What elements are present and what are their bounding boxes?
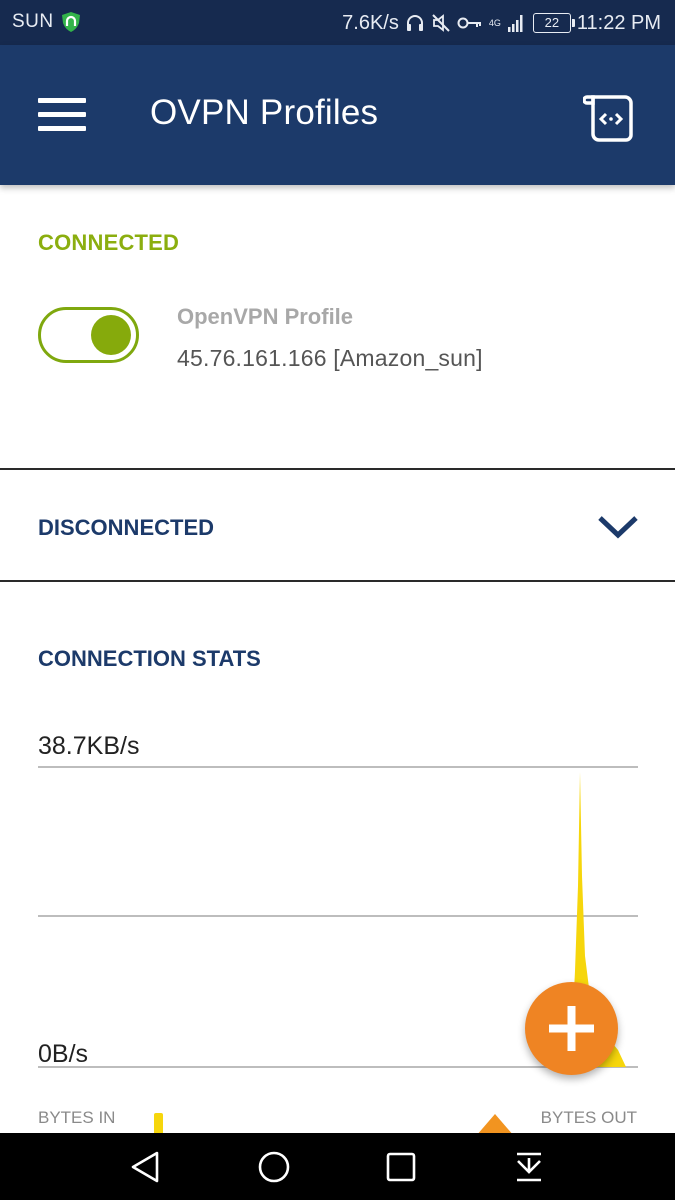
plus-icon (549, 1006, 594, 1051)
battery-level: 22 (544, 15, 560, 30)
battery-icon: 22 (532, 13, 575, 33)
system-nav-bar (0, 1133, 675, 1200)
section-divider (0, 580, 675, 582)
traffic-graph (38, 766, 638, 1136)
connection-stats-title: CONNECTION STATS (38, 646, 261, 671)
signal-icon (507, 13, 525, 33)
bytes-in-label: BYTES IN (38, 1108, 116, 1127)
connection-toggle[interactable] (38, 307, 139, 363)
vpn-shield-icon (60, 11, 82, 38)
back-icon[interactable] (127, 1148, 165, 1186)
stats-min-rate: 0B/s (38, 1040, 89, 1068)
disconnected-label: DISCONNECTED (38, 515, 215, 540)
notification-pull-icon[interactable] (510, 1148, 548, 1186)
clock: 11:22 PM (576, 11, 661, 34)
carrier-name: SUN (12, 11, 54, 32)
status-bar: SUN 7.6K/s 4G 22 11:22 PM (0, 0, 675, 45)
connected-label: CONNECTED (38, 230, 180, 255)
network-speed: 7.6K/s (342, 11, 399, 34)
toggle-knob (91, 315, 131, 355)
bytes-out-label: BYTES OUT (540, 1108, 637, 1127)
headset-icon (405, 13, 425, 33)
profile-name[interactable]: OpenVPN Profile (177, 304, 353, 330)
vpn-key-icon (457, 15, 483, 31)
app-bar: OVPN Profiles (0, 45, 675, 185)
connected-section: CONNECTED OpenVPN Profile 45.76.161.166 … (0, 186, 675, 468)
status-indicators: 7.6K/s 4G 22 11:22 PM (342, 10, 661, 36)
profile-server: 45.76.161.166 [Amazon_sun] (177, 345, 483, 371)
add-profile-button[interactable] (525, 982, 618, 1075)
chevron-down-icon[interactable] (597, 514, 639, 545)
page-title: OVPN Profiles (150, 93, 379, 132)
network-type: 4G (488, 18, 501, 28)
stats-max-rate: 38.7KB/s (38, 732, 140, 760)
hamburger-menu-icon[interactable] (38, 98, 86, 132)
recents-icon[interactable] (382, 1148, 420, 1186)
mute-icon (431, 13, 451, 33)
log-scroll-icon[interactable] (582, 89, 639, 145)
home-icon[interactable] (255, 1148, 293, 1186)
disconnected-section[interactable]: DISCONNECTED (0, 470, 675, 580)
